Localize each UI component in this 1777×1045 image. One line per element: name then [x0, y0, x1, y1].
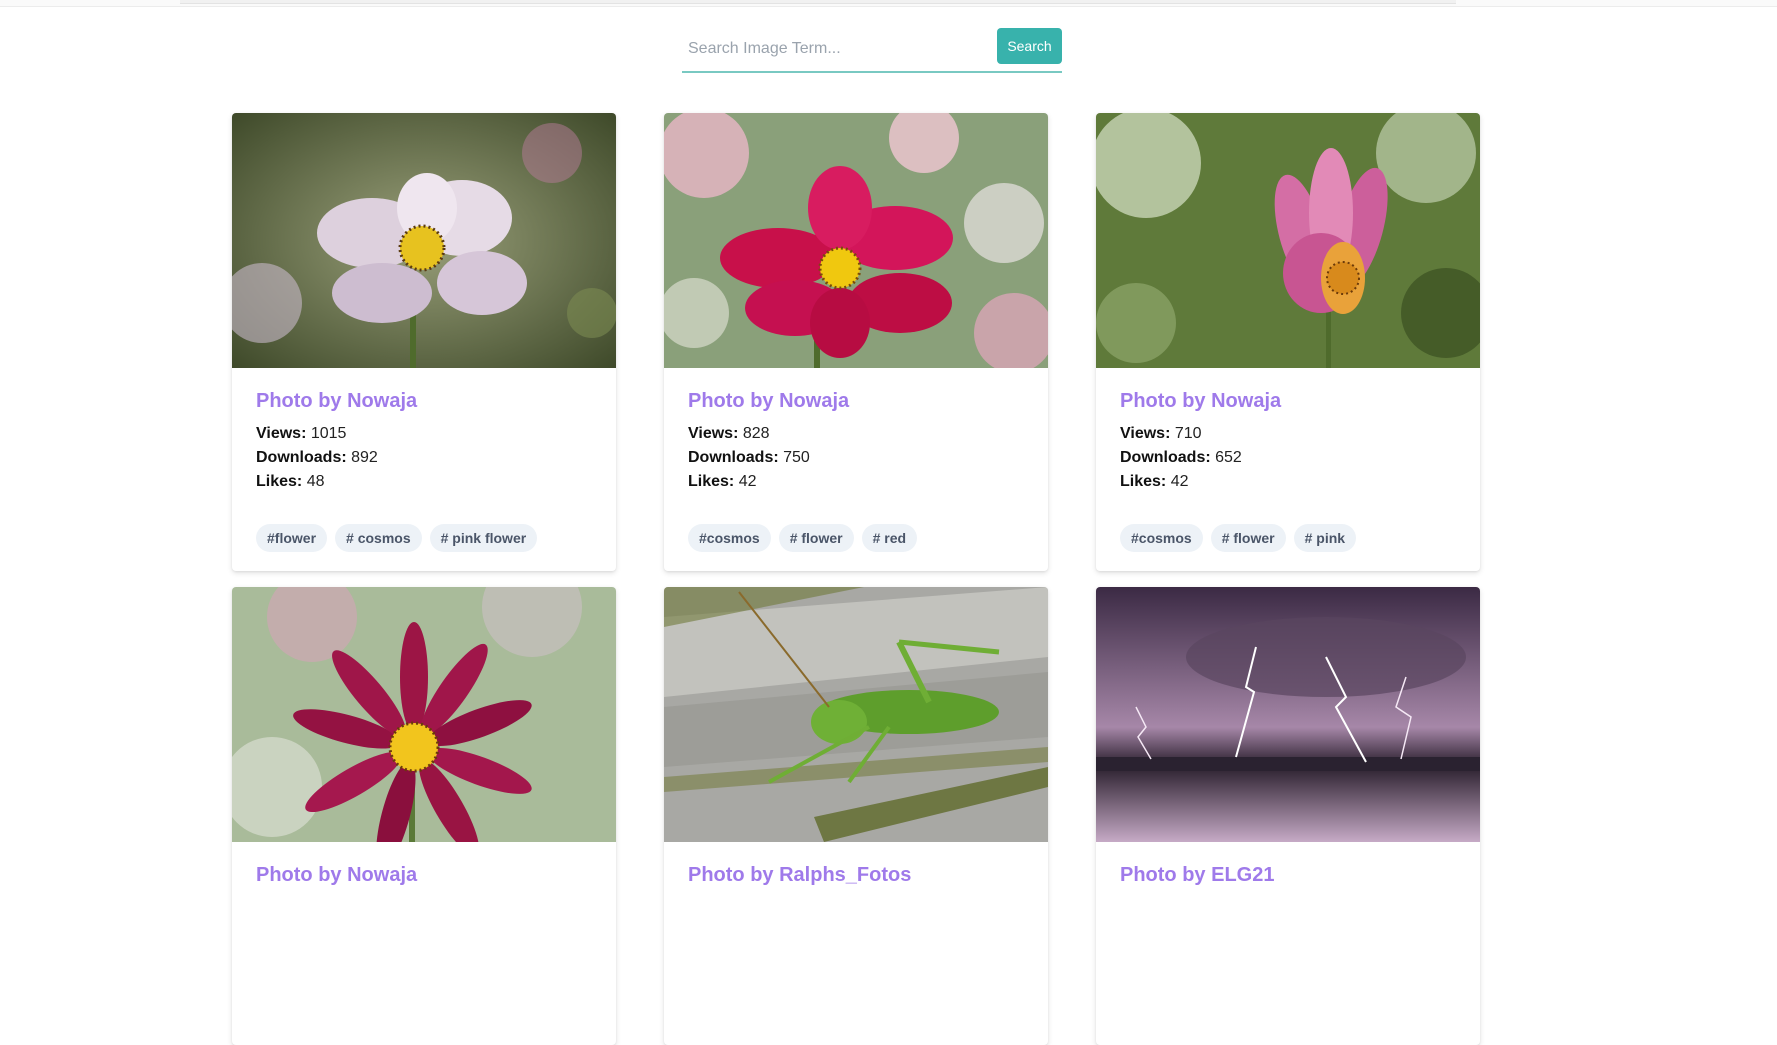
card-title: Photo by Nowaja: [1120, 390, 1282, 412]
photo-cosmos-red: [664, 113, 1048, 368]
photo-lightning: [1096, 587, 1480, 842]
views-stat: Views: 710: [1120, 425, 1202, 442]
photo-cosmos-pink: [1096, 113, 1480, 368]
card-title: Photo by Ralphs_Fotos: [688, 864, 912, 886]
downloads-stat: Downloads: 652: [1120, 449, 1242, 466]
likes-stat: Likes: 42: [688, 473, 757, 490]
card-title: Photo by Nowaja: [256, 390, 418, 412]
search-input[interactable]: [682, 40, 994, 58]
tag: # flower: [778, 524, 854, 552]
likes-stat: Likes: 48: [256, 473, 325, 490]
photo-cosmos-crimson: [232, 587, 616, 842]
tag: # red: [861, 524, 918, 552]
card-title: Photo by Nowaja: [256, 864, 418, 886]
card-title: Photo by Nowaja: [688, 390, 850, 412]
photo-image[interactable]: [1096, 113, 1480, 368]
photo-image[interactable]: [664, 587, 1048, 842]
image-card: Photo by ELG21: [1096, 587, 1480, 1045]
image-card: Photo by Nowaja Views: 710 Downloads: 65…: [1096, 113, 1480, 571]
tag: # cosmos: [335, 524, 422, 552]
tag: #cosmos: [1120, 524, 1203, 552]
photo-image[interactable]: [664, 113, 1048, 368]
photo-image[interactable]: [232, 587, 616, 842]
tag: #flower: [256, 524, 328, 552]
image-card: Photo by Nowaja Views: 828 Downloads: 75…: [664, 113, 1048, 571]
views-stat: Views: 828: [688, 425, 770, 442]
photo-cosmos-white: [232, 113, 616, 368]
image-card: Photo by Ralphs_Fotos: [664, 587, 1048, 1045]
photo-image[interactable]: [1096, 587, 1480, 842]
photo-grasshopper: [664, 587, 1048, 842]
search-form: Search: [682, 27, 1062, 73]
tag: # pink: [1293, 524, 1357, 552]
image-card: Photo by Nowaja: [232, 587, 616, 1045]
card-title: Photo by ELG21: [1120, 864, 1275, 886]
image-grid: Photo by Nowaja Views: 1015 Downloads: 8…: [232, 113, 1480, 1045]
downloads-stat: Downloads: 750: [688, 449, 810, 466]
tag: # pink flower: [429, 524, 538, 552]
tag: # flower: [1210, 524, 1286, 552]
photo-image[interactable]: [232, 113, 616, 368]
downloads-stat: Downloads: 892: [256, 449, 378, 466]
likes-stat: Likes: 42: [1120, 473, 1189, 490]
image-card: Photo by Nowaja Views: 1015 Downloads: 8…: [232, 113, 616, 571]
views-stat: Views: 1015: [256, 425, 347, 442]
top-edge: [0, 0, 1777, 7]
search-button[interactable]: Search: [997, 28, 1062, 64]
tag: #cosmos: [688, 524, 771, 552]
